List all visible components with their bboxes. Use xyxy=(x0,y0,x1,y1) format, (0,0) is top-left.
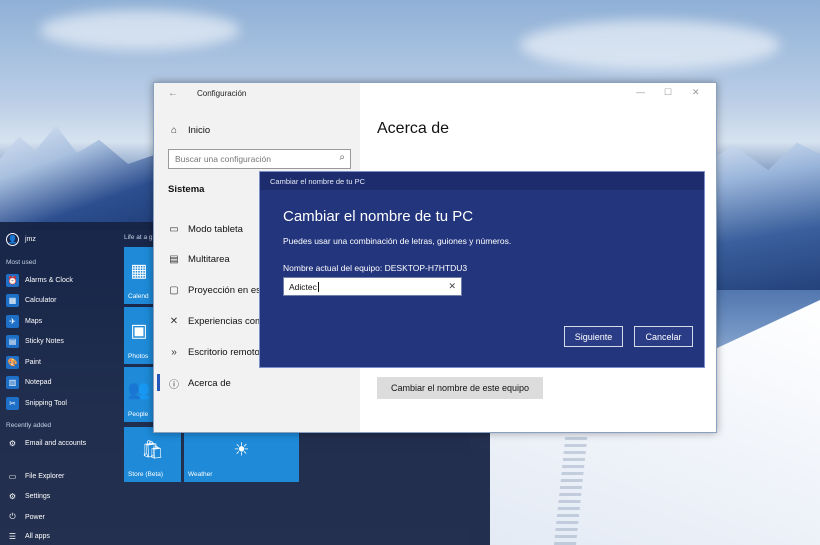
folder-icon: ▭ xyxy=(8,471,17,481)
selected-indicator xyxy=(157,374,160,391)
user-icon: 👤 xyxy=(6,232,19,246)
start-item-label: Alarms & Clock xyxy=(25,276,73,284)
multitask-icon: ▤ xyxy=(169,253,179,265)
most-used-header: Most used xyxy=(6,259,36,266)
dialog-description: Puedes usar una combinación de letras, g… xyxy=(283,236,512,246)
start-item-label: File Explorer xyxy=(25,472,65,480)
start-menu-list: 👤 jmz Most used ⏰ Alarms & Clock ▦ Calcu… xyxy=(0,222,118,545)
tile-calendar[interactable]: ▦ Calend xyxy=(124,247,154,304)
tile-label: Store (Beta) xyxy=(128,471,164,478)
notepad-icon: ▥ xyxy=(6,375,19,389)
sticky-notes-icon: ▤ xyxy=(6,334,19,348)
tiles-header: Life at a g xyxy=(124,234,153,241)
nav-item-label: Modo tableta xyxy=(188,223,243,235)
user-name: jmz xyxy=(25,235,36,243)
remote-desktop-icon: » xyxy=(171,346,177,358)
tile-store[interactable]: 🛍 Store (Beta) xyxy=(124,427,181,482)
rename-pc-button[interactable]: Cambiar el nombre de este equipo xyxy=(377,377,543,399)
mountain-right xyxy=(705,142,820,290)
photos-icon: ▣ xyxy=(130,320,148,341)
shared-experiences-icon: ✕ xyxy=(169,315,179,327)
start-item-label: Settings xyxy=(25,492,51,500)
search-icon[interactable]: ⌕ xyxy=(339,152,345,163)
close-button[interactable]: ✕ xyxy=(692,87,700,98)
dialog-title-bar: Cambiar el nombre de tu PC xyxy=(260,172,704,190)
start-item-sticky-notes[interactable]: ▤ Sticky Notes xyxy=(6,332,64,350)
cloud xyxy=(520,20,780,70)
start-item-label: Paint xyxy=(25,358,41,366)
gear-icon: ⚙ xyxy=(8,491,17,501)
tile-label: Calend xyxy=(128,293,149,300)
search-placeholder: Buscar una configuración xyxy=(175,154,271,164)
minimize-button[interactable]: — xyxy=(636,87,645,97)
tile-label: People xyxy=(128,411,149,418)
calendar-icon: ▦ xyxy=(130,260,148,281)
section-label: Sistema xyxy=(168,183,205,195)
recently-added-header: Recently added xyxy=(6,422,52,429)
back-arrow-icon[interactable]: ← xyxy=(168,88,178,99)
tablet-mode-icon: ▭ xyxy=(169,223,179,235)
nav-item-label: Escritorio remoto xyxy=(188,346,260,358)
power-icon: ⏻ xyxy=(9,512,16,521)
start-item-label: Notepad xyxy=(25,378,52,386)
tile-people[interactable]: 👥 People xyxy=(124,367,154,422)
start-item-paint[interactable]: 🎨 Paint xyxy=(6,353,41,371)
start-item-calculator[interactable]: ▦ Calculator xyxy=(6,291,57,309)
page-title: Acerca de xyxy=(377,120,450,137)
info-icon: ⓘ xyxy=(169,379,179,391)
user-account[interactable]: 👤 jmz xyxy=(6,230,36,248)
start-item-maps[interactable]: ✈ Maps xyxy=(6,312,42,330)
store-icon: 🛍 xyxy=(141,439,164,460)
next-button[interactable]: Siguiente xyxy=(564,326,623,347)
map-icon: ✈ xyxy=(6,314,19,328)
start-item-alarms[interactable]: ⏰ Alarms & Clock xyxy=(6,271,73,289)
start-item-label: Sticky Notes xyxy=(25,337,64,345)
start-item-label: Snipping Tool xyxy=(25,399,67,407)
cancel-button[interactable]: Cancelar xyxy=(634,326,693,347)
scissors-icon: ✂ xyxy=(6,396,19,410)
settings-search-input[interactable]: Buscar una configuración ⌕ xyxy=(168,149,351,169)
start-item-email[interactable]: ⚙ Email and accounts xyxy=(6,434,86,452)
maximize-button[interactable]: ☐ xyxy=(664,87,672,98)
sun-icon: ☀ xyxy=(233,439,250,460)
window-title: Configuración xyxy=(197,89,247,98)
new-pc-name-input[interactable]: Adictec ✕ xyxy=(283,277,462,296)
nav-home[interactable]: ⌂ Inicio xyxy=(168,122,358,138)
start-item-snipping-tool[interactable]: ✂ Snipping Tool xyxy=(6,394,67,412)
gear-icon: ⚙ xyxy=(8,438,17,448)
cloud xyxy=(40,10,240,50)
start-item-label: Maps xyxy=(25,317,43,325)
tile-photos[interactable]: ▣ Photos xyxy=(124,307,154,364)
dialog-heading: Cambiar el nombre de tu PC xyxy=(283,208,474,225)
start-item-power[interactable]: ⏻ Power xyxy=(6,508,45,526)
list-icon: ☰ xyxy=(8,531,17,541)
tile-label: Weather xyxy=(188,471,213,478)
nav-item-label: Acerca de xyxy=(188,377,231,389)
rename-pc-dialog: Cambiar el nombre de tu PC Cambiar el no… xyxy=(259,171,705,368)
start-item-label: Calculator xyxy=(25,296,57,304)
paint-icon: 🎨 xyxy=(6,355,19,369)
start-item-label: Power xyxy=(25,513,45,521)
tile-weather[interactable]: ☀ Weather xyxy=(184,427,299,482)
start-item-label: All apps xyxy=(25,532,50,540)
start-item-notepad[interactable]: ▥ Notepad xyxy=(6,373,51,391)
calculator-icon: ▦ xyxy=(6,293,19,307)
nav-home-label: Inicio xyxy=(188,124,211,136)
current-pc-name: Nombre actual del equipo: DESKTOP-H7HTDU… xyxy=(283,263,468,273)
nav-item-about[interactable]: ⓘ Acerca de xyxy=(168,375,358,391)
tile-label: Photos xyxy=(128,353,149,360)
alarm-clock-icon: ⏰ xyxy=(6,273,19,287)
mountain-left xyxy=(0,125,160,230)
start-item-file-explorer[interactable]: ▭ File Explorer xyxy=(6,467,65,485)
clear-icon[interactable]: ✕ xyxy=(448,281,456,292)
start-item-settings[interactable]: ⚙ Settings xyxy=(6,487,50,505)
people-icon: 👥 xyxy=(127,379,151,400)
start-item-all-apps[interactable]: ☰ All apps xyxy=(6,527,50,545)
nav-item-label: Multitarea xyxy=(188,253,230,265)
home-icon: ⌂ xyxy=(170,124,178,136)
text-cursor xyxy=(317,282,319,292)
projection-icon: ▢ xyxy=(169,284,179,296)
new-pc-name-value: Adictec xyxy=(289,282,317,292)
start-item-label: Email and accounts xyxy=(25,439,87,447)
